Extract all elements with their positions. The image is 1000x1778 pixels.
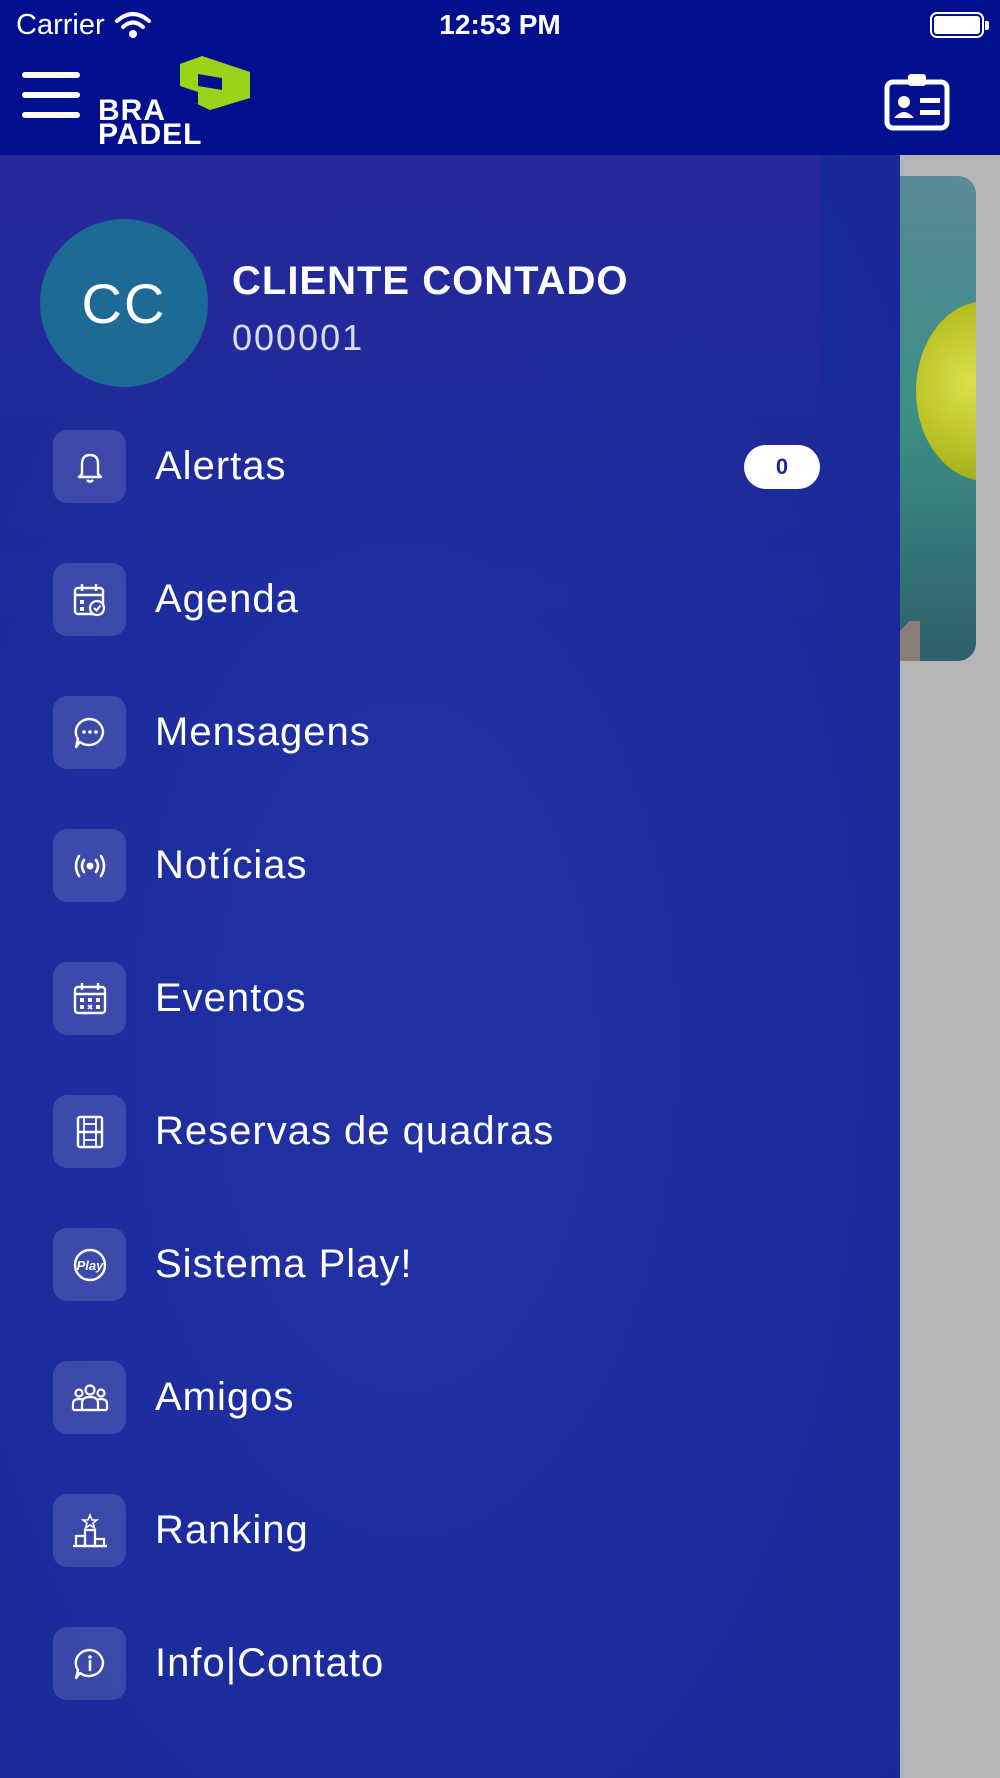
menu-label-sistema-play: Sistema Play! xyxy=(155,1242,413,1286)
broadcast-icon xyxy=(53,829,126,902)
court-icon xyxy=(53,1095,126,1168)
profile-name: CLIENTE CONTADO xyxy=(232,259,629,303)
carrier-label: Carrier xyxy=(16,8,105,41)
menu-label-reservas-de-quadras: Reservas de quadras xyxy=(155,1109,555,1153)
menu-label-info-contato: Info|Contato xyxy=(155,1641,385,1685)
friends-icon xyxy=(53,1361,126,1434)
menu-item-reservas-de-quadras[interactable]: Reservas de quadras xyxy=(0,1065,900,1198)
menu-label-mensagens: Mensagens xyxy=(155,710,371,754)
menu-item-ranking[interactable]: Ranking xyxy=(0,1464,900,1597)
top-nav: BRA PADEL xyxy=(0,50,1000,155)
menu-label-agenda: Agenda xyxy=(155,577,299,621)
calendar-grid-icon xyxy=(53,962,126,1035)
brapadel-logo: BRA PADEL xyxy=(98,56,258,150)
menu-item-eventos[interactable]: Eventos xyxy=(0,932,900,1065)
menu-item-agenda[interactable]: Agenda xyxy=(0,533,900,666)
wifi-icon xyxy=(114,11,151,39)
play-badge-icon: Play xyxy=(53,1228,126,1301)
svg-text:Play: Play xyxy=(76,1258,104,1273)
menu-label-eventos: Eventos xyxy=(155,976,307,1020)
menu-label-amigos: Amigos xyxy=(155,1375,295,1419)
id-card-button[interactable] xyxy=(884,72,950,132)
status-left: Carrier xyxy=(16,9,151,42)
menu-item-mensagens[interactable]: Mensagens xyxy=(0,666,900,799)
logo-text-padel: PADEL xyxy=(98,118,203,151)
menu-item-info-contato[interactable]: Info|Contato xyxy=(0,1597,900,1730)
alerts-count-badge: 0 xyxy=(744,444,820,489)
side-drawer: CC CLIENTE CONTADO 000001 Alertas 0 Agen… xyxy=(0,155,900,1778)
bell-icon xyxy=(53,430,126,503)
info-chat-icon xyxy=(53,1627,126,1700)
menu-label-noticias: Notícias xyxy=(155,843,308,887)
menu-item-sistema-play[interactable]: Play Sistema Play! xyxy=(0,1198,900,1331)
menu-label-alertas: Alertas xyxy=(155,444,287,488)
battery-icon xyxy=(930,12,989,38)
id-card-icon xyxy=(884,74,950,131)
menu-item-noticias[interactable]: Notícias xyxy=(0,799,900,932)
avatar: CC xyxy=(40,219,208,387)
tennis-ball-image xyxy=(916,301,976,481)
calendar-check-icon xyxy=(53,563,126,636)
profile-id: 000001 xyxy=(232,317,365,358)
chat-bubble-icon xyxy=(53,696,126,769)
menu-item-alertas[interactable]: Alertas 0 xyxy=(0,400,900,533)
profile-header[interactable]: CC CLIENTE CONTADO 000001 xyxy=(40,219,840,389)
podium-icon xyxy=(53,1494,126,1567)
status-bar: Carrier 12:53 PM xyxy=(0,0,1000,50)
menu-label-ranking: Ranking xyxy=(155,1508,309,1552)
menu-item-amigos[interactable]: Amigos xyxy=(0,1331,900,1464)
hamburger-menu-button[interactable] xyxy=(22,72,80,118)
